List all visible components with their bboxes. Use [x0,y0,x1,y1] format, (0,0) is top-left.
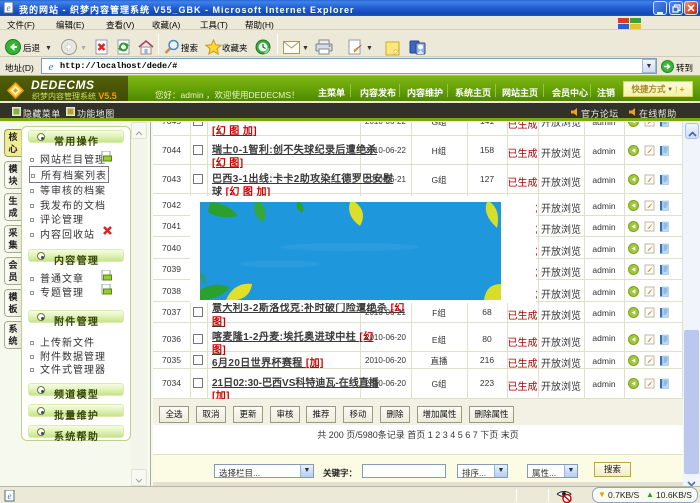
svg-text:e: e [8,491,12,501]
svg-text:e: e [7,3,11,13]
svg-text:e: e [49,61,54,72]
